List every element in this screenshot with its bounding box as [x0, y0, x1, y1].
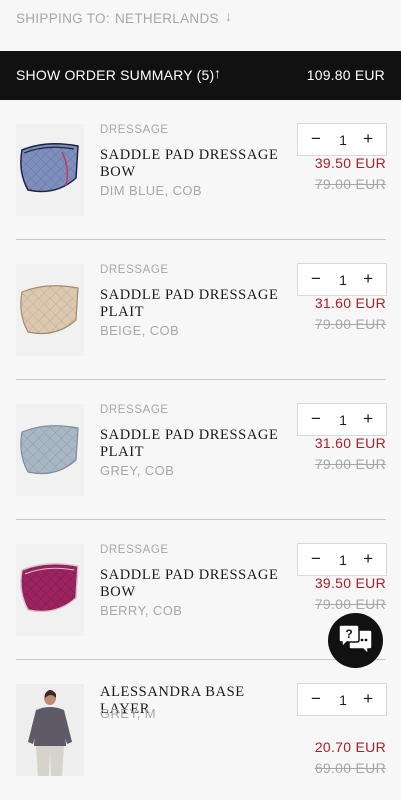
arrow-up-icon: ↑	[214, 65, 221, 81]
order-summary-toggle[interactable]: SHOW ORDER SUMMARY (5) ↑ 109.80 EUR	[0, 51, 401, 100]
quantity-stepper: − 1 +	[297, 543, 387, 576]
increase-quantity-button[interactable]: +	[363, 270, 373, 288]
product-variant: BEIGE, COB	[100, 323, 180, 338]
product-name[interactable]: SADDLE PAD DRESSAGE PLAIT	[100, 287, 290, 320]
shipping-bar[interactable]: SHIPPING TO: NETHERLANDS ↓	[0, 0, 401, 51]
sale-price: 20.70 EUR	[314, 739, 386, 755]
shipping-label: SHIPPING TO:	[16, 11, 110, 26]
cart-item: DRESSAGE SADDLE PAD DRESSAGE PLAIT GREY,…	[0, 380, 401, 520]
quantity-stepper: − 1 +	[297, 403, 387, 436]
sale-price: 31.60 EUR	[314, 295, 386, 311]
product-variant: DIM BLUE, COB	[100, 183, 202, 198]
quantity-value: 1	[339, 412, 347, 428]
product-variant: GREY, COB	[100, 463, 175, 478]
cart-item: DRESSAGE SADDLE PAD DRESSAGE BOW DIM BLU…	[0, 100, 401, 240]
quantity-value: 1	[339, 552, 347, 568]
quantity-value: 1	[339, 272, 347, 288]
quantity-value: 1	[339, 132, 347, 148]
cart-item: DRESSAGE SADDLE PAD DRESSAGE PLAIT BEIGE…	[0, 240, 401, 380]
order-total: 109.80 EUR	[306, 67, 385, 83]
product-image[interactable]	[16, 404, 84, 496]
help-chat-button[interactable]: ?	[328, 613, 383, 668]
product-image[interactable]	[16, 264, 84, 356]
increase-quantity-button[interactable]: +	[363, 410, 373, 428]
product-category: DRESSAGE	[100, 124, 169, 136]
product-image[interactable]	[16, 124, 84, 216]
cart-item: ALESSANDRA BASE LAYER GREY, M − 1 + 20.7…	[0, 660, 401, 800]
product-name[interactable]: SADDLE PAD DRESSAGE BOW	[100, 567, 290, 600]
shipping-country[interactable]: NETHERLANDS	[115, 11, 219, 26]
original-price: 69.00 EUR	[314, 760, 386, 776]
product-variant: BERRY, COB	[100, 603, 183, 618]
product-name[interactable]: SADDLE PAD DRESSAGE BOW	[100, 147, 290, 180]
product-category: DRESSAGE	[100, 544, 169, 556]
product-name[interactable]: SADDLE PAD DRESSAGE PLAIT	[100, 427, 290, 460]
quantity-stepper: − 1 +	[297, 123, 387, 156]
product-category: DRESSAGE	[100, 404, 169, 416]
original-price: 79.00 EUR	[314, 596, 386, 612]
product-image[interactable]	[16, 684, 84, 776]
quantity-stepper: − 1 +	[297, 263, 387, 296]
sale-price: 31.60 EUR	[314, 435, 386, 451]
order-summary-label: SHOW ORDER SUMMARY (5)	[16, 67, 215, 83]
arrow-down-icon[interactable]: ↓	[225, 8, 232, 24]
quantity-stepper: − 1 +	[297, 683, 387, 716]
product-image[interactable]	[16, 544, 84, 636]
increase-quantity-button[interactable]: +	[363, 690, 373, 708]
original-price: 79.00 EUR	[314, 316, 386, 332]
product-variant: GREY, M	[100, 706, 157, 721]
increase-quantity-button[interactable]: +	[363, 130, 373, 148]
sale-price: 39.50 EUR	[314, 575, 386, 591]
quantity-value: 1	[339, 692, 347, 708]
product-category: DRESSAGE	[100, 264, 169, 276]
svg-text:?: ?	[345, 627, 352, 641]
help-chat-icon: ?	[338, 624, 373, 656]
original-price: 79.00 EUR	[314, 176, 386, 192]
increase-quantity-button[interactable]: +	[363, 550, 373, 568]
original-price: 79.00 EUR	[314, 456, 386, 472]
sale-price: 39.50 EUR	[314, 155, 386, 171]
